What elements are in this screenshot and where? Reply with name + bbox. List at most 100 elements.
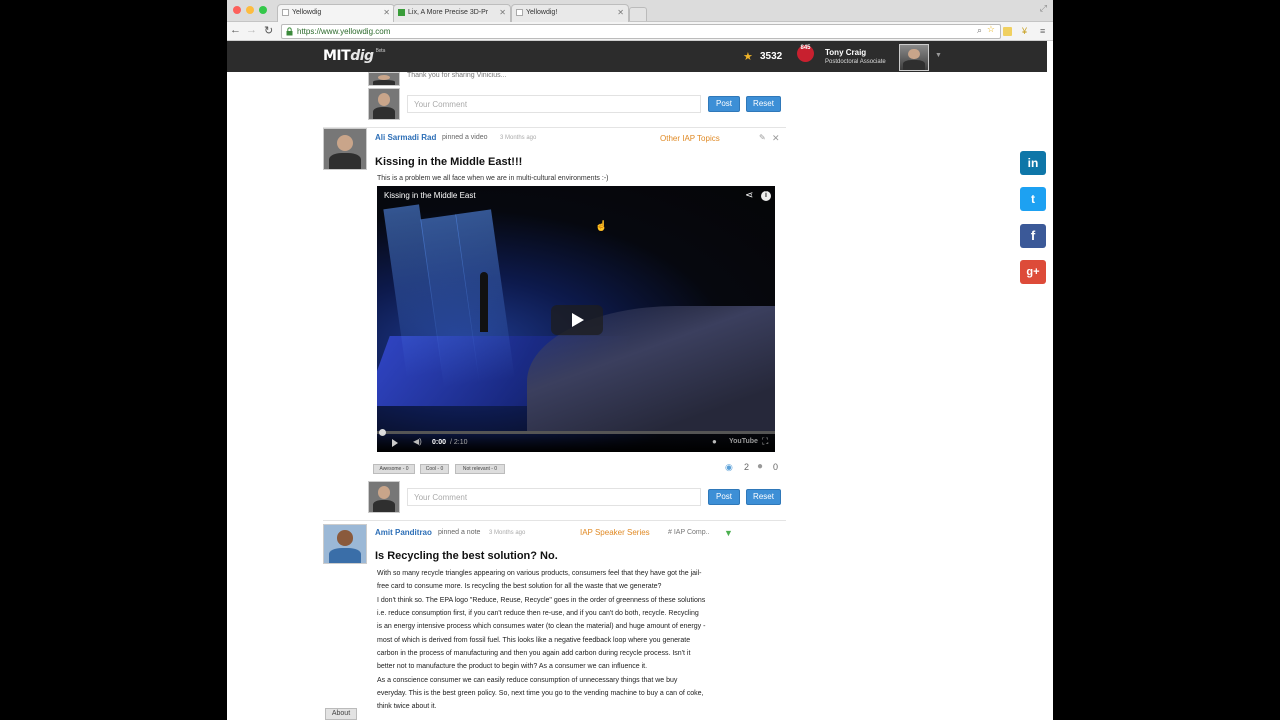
tab-yellowdig-2[interactable]: Yellowdig! ✕ (511, 4, 629, 22)
browser-toolbar: ← → ↻ https://www.yellowdig.com ⌕ ☆ ¥ ≡ (227, 22, 1053, 41)
post-description: This is a problem we all face when we ar… (377, 175, 609, 182)
cursor-icon: ☝ (595, 221, 608, 232)
post-button[interactable]: Post (708, 96, 740, 112)
comment-placeholder: Your Comment (414, 100, 468, 109)
forward-icon[interactable]: → (246, 24, 257, 36)
video-title[interactable]: Kissing in the Middle East (384, 191, 476, 200)
post-author-avatar[interactable] (323, 524, 367, 564)
share-icon[interactable]: ⋖ (745, 190, 753, 201)
post-topic[interactable]: Other IAP Topics (660, 134, 720, 143)
body-line: is an energy intensive process which con… (377, 623, 706, 631)
extension-icon[interactable] (1003, 27, 1012, 36)
logo-main: MIT (323, 48, 351, 64)
divider (323, 520, 786, 521)
previous-comment-text: Thank you for sharing Vinicius... (407, 72, 507, 79)
tab-title: Yellowdig! (526, 9, 558, 16)
maximize-window-button[interactable] (259, 6, 267, 14)
close-tab-icon[interactable]: ✕ (383, 8, 390, 17)
info-icon[interactable]: i (761, 191, 771, 201)
comment-input[interactable]: Your Comment (407, 95, 701, 113)
minimize-window-button[interactable] (246, 6, 254, 14)
logo-beta: Beta (375, 48, 386, 54)
commenter-avatar (368, 88, 400, 120)
video-time-total: / 2:10 (450, 439, 468, 446)
fullscreen-window-icon[interactable]: ⤢ (1040, 3, 1047, 14)
reaction-awesome[interactable]: Awesome - 0 (373, 464, 415, 474)
address-bar[interactable]: https://www.yellowdig.com ⌕ ☆ (281, 24, 1001, 39)
reset-button[interactable]: Reset (746, 489, 781, 505)
post-topic[interactable]: IAP Speaker Series (580, 528, 650, 537)
post-author-avatar[interactable] (323, 128, 367, 170)
close-tab-icon[interactable]: ✕ (499, 8, 506, 17)
video-controls: ◀) 0:00 / 2:10 ● YouTube ⛶ (377, 434, 775, 452)
comment-input[interactable]: Your Comment (407, 488, 701, 506)
user-name[interactable]: Tony Craig (825, 48, 866, 57)
close-window-button[interactable] (233, 6, 241, 14)
tab-lix[interactable]: Lix, A More Precise 3D-Pr ✕ (393, 4, 511, 22)
view-count: 2 (744, 462, 750, 472)
about-tab[interactable]: About (325, 708, 357, 720)
body-line: most of which is derived from fossil fue… (377, 636, 691, 644)
menu-icon[interactable]: ≡ (1040, 26, 1045, 36)
settings-icon[interactable]: ● (712, 437, 717, 446)
site-header: MITdig Beta ★ 3532 845 Tony Craig Postdoc… (227, 41, 1047, 72)
reaction-cool[interactable]: Cool - 0 (420, 464, 449, 474)
search-icon[interactable]: ⌕ (977, 25, 982, 36)
bookmark-star-icon[interactable]: ☆ (987, 24, 995, 35)
comment-count: 0 (773, 462, 779, 472)
post-time: 3 Months ago (500, 135, 537, 141)
volume-icon[interactable]: ◀) (413, 437, 422, 446)
fullscreen-icon[interactable]: ⛶ (762, 436, 768, 447)
post-action: pinned a note (438, 529, 481, 536)
feed: Thank you for sharing Vinicius... Your C… (227, 72, 1047, 720)
play-button[interactable] (551, 305, 603, 335)
shield-icon: ▼ (724, 528, 733, 538)
body-line: As a conscience consumer we can easily r… (377, 676, 678, 684)
post-time: 3 Months ago (489, 530, 526, 536)
youtube-logo[interactable]: YouTube (729, 438, 758, 445)
post-body: With so many recycle triangles appearing… (377, 567, 782, 714)
tab-title: Yellowdig (292, 9, 322, 16)
play-icon[interactable] (392, 439, 398, 447)
points-count: 3532 (760, 51, 783, 62)
post-author[interactable]: Amit Panditrao (375, 528, 432, 537)
close-tab-icon[interactable]: ✕ (617, 8, 624, 17)
chevron-down-icon[interactable]: ▼ (935, 52, 942, 59)
tab-yellowdig[interactable]: Yellowdig ✕ (277, 4, 395, 22)
notification-count: 845 (800, 45, 811, 51)
video-player[interactable]: Kissing in the Middle East ⋖ i ◀) 0:00 /… (377, 186, 775, 452)
reload-icon[interactable]: ↻ (264, 24, 273, 37)
body-line: I don't think so. The EPA logo "Reduce, … (377, 596, 706, 604)
body-line: think twice about it. (377, 703, 437, 711)
site-logo[interactable]: MITdig Beta (323, 48, 386, 64)
post-hashtag[interactable]: # IAP Comp.. (668, 529, 710, 536)
close-icon[interactable]: ✕ (772, 133, 780, 144)
post-button[interactable]: Post (708, 489, 740, 505)
user-avatar[interactable] (899, 44, 929, 71)
googleplus-icon[interactable]: g+ (1020, 260, 1046, 284)
performer (480, 272, 488, 332)
tab-strip: Yellowdig ✕ Lix, A More Precise 3D-Pr ✕ … (227, 0, 1053, 22)
reaction-not-relevant[interactable]: Not relevant - 0 (455, 464, 505, 474)
user-role: Postdoctoral Associate (825, 59, 886, 65)
divider (323, 127, 786, 128)
comment-placeholder: Your Comment (414, 493, 468, 502)
post-author[interactable]: Ali Sarmadi Rad (375, 133, 436, 142)
reset-button[interactable]: Reset (746, 96, 781, 112)
logo-dig: dig (350, 48, 374, 64)
linkedin-icon[interactable]: in (1020, 151, 1046, 175)
post-title[interactable]: Kissing in the Middle East!!! (375, 156, 522, 168)
comment-author-avatar (368, 72, 400, 86)
favicon-icon (398, 9, 405, 16)
edit-icon[interactable]: ✎ (759, 133, 766, 142)
extension-2-icon[interactable]: ¥ (1022, 26, 1027, 36)
tab-title: Lix, A More Precise 3D-Pr (408, 9, 489, 16)
twitter-icon[interactable]: t (1020, 187, 1046, 211)
new-tab-button[interactable] (629, 7, 647, 21)
post-action: pinned a video (442, 134, 488, 141)
comment-icon[interactable]: ● (757, 461, 763, 472)
facebook-icon[interactable]: f (1020, 224, 1046, 248)
favicon-icon (516, 9, 523, 16)
post-title[interactable]: Is Recycling the best solution? No. (375, 550, 558, 562)
back-icon[interactable]: ← (230, 24, 241, 36)
